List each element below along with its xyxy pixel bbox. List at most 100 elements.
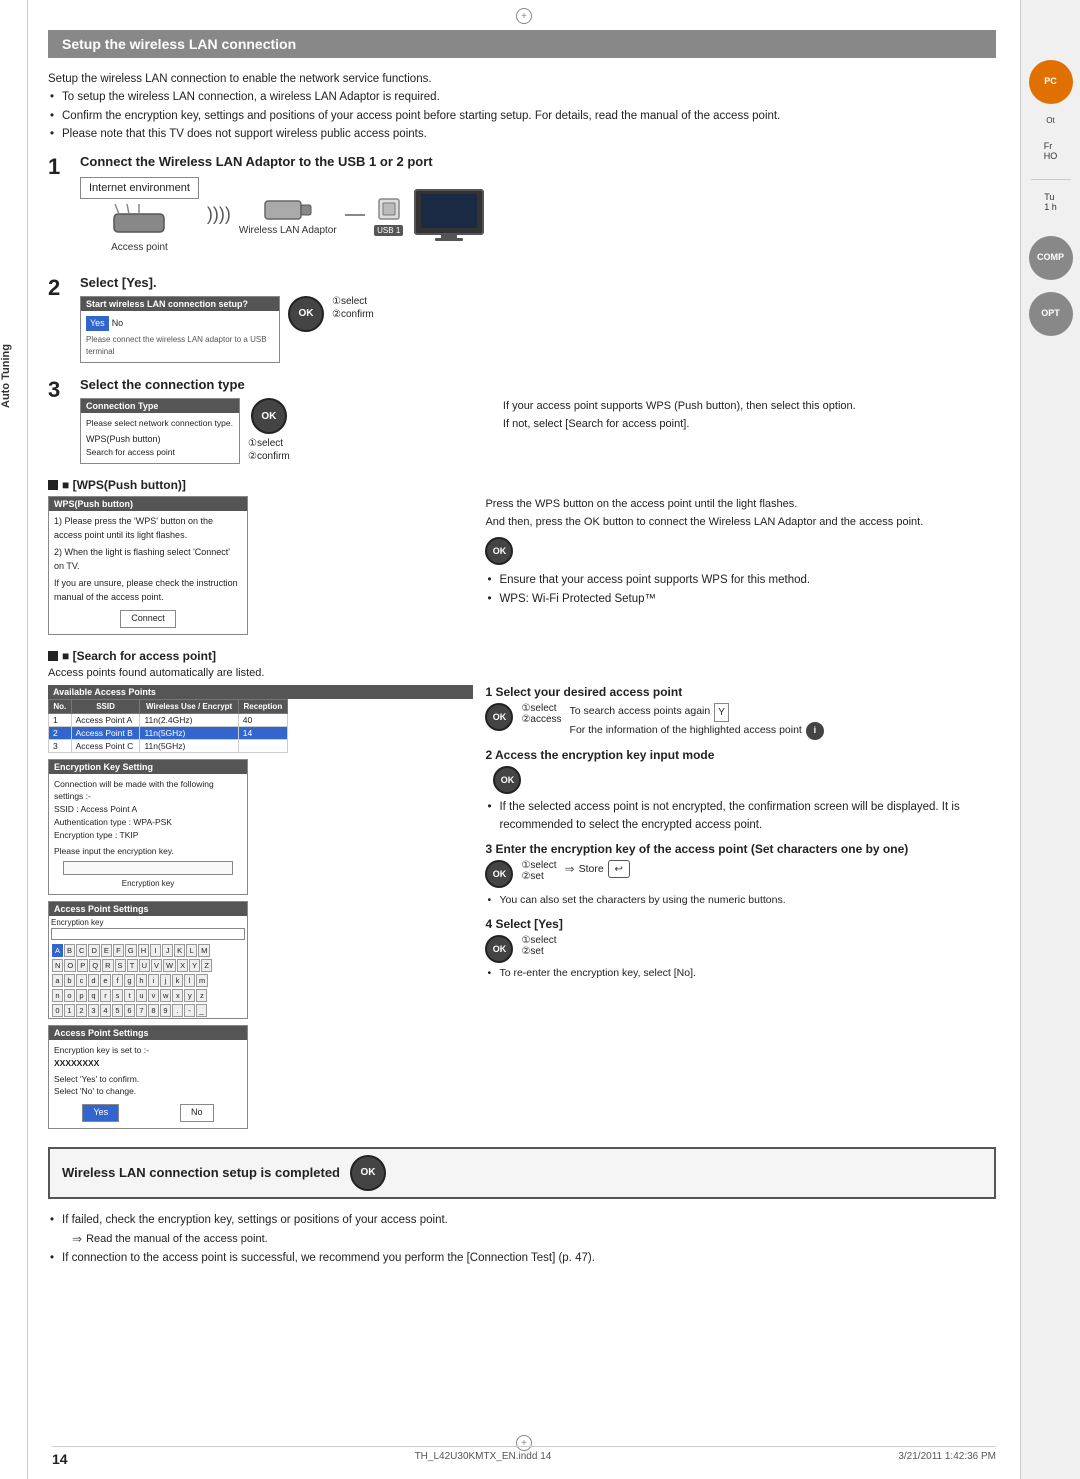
search-step1-title: 1 Select your desired access point [485,685,996,699]
kb-key-q[interactable]: q [88,989,99,1002]
search-step2-note: If the selected access point is not encr… [485,798,996,835]
kb-key-z[interactable]: z [196,989,207,1002]
kb-input-field[interactable] [51,928,245,940]
kb-key-A[interactable]: A [52,944,63,957]
kb-key-3[interactable]: 3 [88,1004,99,1017]
search-step2-ok: OK [493,766,996,794]
kb-key-5[interactable]: 5 [112,1004,123,1017]
kb-key-dash[interactable]: - [184,1004,195,1017]
kb-key-b[interactable]: b [64,974,75,987]
kb-key-4[interactable]: 4 [100,1004,111,1017]
kb-key-l[interactable]: l [184,974,195,987]
kb-key-P[interactable]: P [77,959,88,972]
sidebar-comp-btn[interactable]: COMP [1029,236,1073,280]
completed-notes: If failed, check the encryption key, set… [48,1211,996,1268]
kb-key-o[interactable]: o [64,989,75,1002]
ok-button-search3[interactable]: OK [485,860,513,888]
kb-key-H[interactable]: H [138,944,149,957]
wps-title-text: ■ [WPS(Push button)] [62,478,186,492]
kb-key-Z[interactable]: Z [201,959,212,972]
kb-key-e[interactable]: e [100,974,111,987]
kb-key-6[interactable]: 6 [124,1004,135,1017]
enc-input-field[interactable] [63,861,232,875]
kb-key-L[interactable]: L [186,944,197,957]
yn-yes-btn[interactable]: Yes [82,1104,119,1122]
kb-key-w[interactable]: w [160,989,171,1002]
kb-key-E[interactable]: E [101,944,112,957]
yn-no-btn[interactable]: No [180,1104,214,1122]
kb-key-8[interactable]: 8 [148,1004,159,1017]
yn-screen-box: Access Point Settings Encryption key is … [48,1025,248,1129]
kb-key-m[interactable]: m [196,974,208,987]
intro-bullet3: Please note that this TV does not suppor… [48,125,996,143]
ok-button-step3[interactable]: OK [251,398,287,434]
kb-key-d[interactable]: d [88,974,99,987]
kb-key-dot[interactable]: . [172,1004,183,1017]
search-cols: Available Access Points No. SSID Wireles… [48,685,996,1135]
ok-button-completed[interactable]: OK [350,1155,386,1191]
kb-key-h[interactable]: h [136,974,147,987]
search-step4: 4 Select [Yes] OK ①select ②set To re-ent… [485,917,996,982]
step-2-no: No [112,317,124,331]
kb-key-k[interactable]: k [172,974,183,987]
kb-key-n[interactable]: n [52,989,63,1002]
kb-key-9[interactable]: 9 [160,1004,171,1017]
kb-key-G[interactable]: G [125,944,137,957]
kb-key-T[interactable]: T [127,959,138,972]
search-note1: To search access points again [570,703,711,721]
kb-key-W[interactable]: W [163,959,176,972]
kb-key-1[interactable]: 1 [64,1004,75,1017]
kb-key-O[interactable]: O [64,959,76,972]
kb-key-N[interactable]: N [52,959,63,972]
kb-key-0[interactable]: 0 [52,1004,63,1017]
kb-key-u[interactable]: u [136,989,147,1002]
kb-key-D[interactable]: D [88,944,99,957]
kb-key-a[interactable]: a [52,974,63,987]
ok-button-step2[interactable]: OK [288,296,324,332]
kb-key-v[interactable]: v [148,989,159,1002]
kb-key-x[interactable]: x [172,989,183,1002]
kb-key-y[interactable]: y [184,989,195,1002]
completed-note2-row: ⇒ Read the manual of the access point. [48,1229,996,1249]
kb-key-under[interactable]: _ [196,1004,207,1017]
kb-key-s[interactable]: s [112,989,123,1002]
kb-key-g[interactable]: g [124,974,135,987]
kb-key-c[interactable]: c [76,974,87,987]
kb-row-4: nopqrstuvwxyz [49,988,247,1003]
kb-key-r[interactable]: r [100,989,111,1002]
kb-key-M[interactable]: M [198,944,210,957]
kb-key-U[interactable]: U [139,959,150,972]
return-btn[interactable]: ↩ [608,860,630,878]
kb-key-t[interactable]: t [124,989,135,1002]
kb-key-C[interactable]: C [76,944,87,957]
step-3-right: If your access point supports WPS (Push … [503,398,996,464]
kb-key-2[interactable]: 2 [76,1004,87,1017]
sidebar-pc-btn[interactable]: PC [1029,60,1073,104]
ok-button-search4[interactable]: OK [485,935,513,963]
kb-key-i[interactable]: i [148,974,159,987]
step-3-notes: If your access point supports WPS (Push … [503,398,996,433]
ok-button-wps[interactable]: OK [485,537,513,565]
kb-key-f[interactable]: f [112,974,123,987]
ok-button-search1[interactable]: OK [485,703,513,731]
kb-key-V[interactable]: V [151,959,162,972]
kb-key-K[interactable]: K [174,944,185,957]
sidebar-opt-btn[interactable]: OPT [1029,292,1073,336]
ap-row-3-no: 3 [49,739,72,752]
kb-key-Y[interactable]: Y [189,959,200,972]
kb-key-j[interactable]: j [160,974,171,987]
kb-key-Q[interactable]: Q [89,959,101,972]
enc-line3: Authentication type : WPA-PSK [54,816,242,829]
kb-key-B[interactable]: B [64,944,75,957]
store-label: Store [579,863,604,875]
step-2-number: 2 [48,275,70,364]
kb-key-p[interactable]: p [76,989,87,1002]
kb-key-S[interactable]: S [115,959,126,972]
ok-button-search2[interactable]: OK [493,766,521,794]
kb-key-I[interactable]: I [150,944,161,957]
kb-key-J[interactable]: J [162,944,173,957]
kb-key-7[interactable]: 7 [136,1004,147,1017]
kb-key-F[interactable]: F [113,944,124,957]
kb-key-R[interactable]: R [102,959,113,972]
kb-key-X[interactable]: X [177,959,188,972]
